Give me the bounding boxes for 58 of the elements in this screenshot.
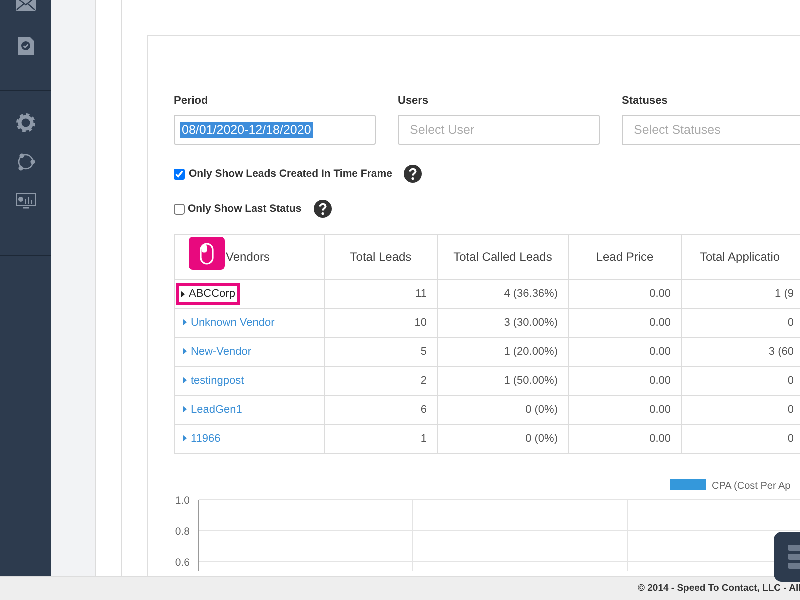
vendor-link[interactable]: 11966	[183, 432, 221, 445]
table-cell: 2	[324, 366, 438, 396]
help-icon[interactable]	[404, 165, 422, 183]
share-nodes-icon[interactable]	[16, 152, 36, 172]
column-header: Vendors	[174, 234, 324, 280]
table-cell: 3 (30.00%)	[438, 308, 568, 338]
table-cell: 0.00	[568, 280, 682, 308]
option-label: Only Show Leads Created In Time Frame	[189, 168, 392, 180]
caret-icon	[183, 406, 187, 414]
caret-icon	[183, 348, 187, 356]
date-range-field[interactable]: 08/01/2020-12/18/2020	[174, 115, 376, 145]
table-cell: 11	[324, 280, 438, 308]
caret-icon	[183, 377, 187, 384]
help-icon[interactable]	[314, 200, 332, 218]
clipboard-check-icon[interactable]	[16, 36, 36, 56]
table-cell: 0 (0%)	[438, 396, 568, 424]
table-cell: 0.00	[568, 424, 682, 454]
y-tick-label: 0.8	[175, 526, 190, 538]
table-cell: 4 (36.36%)	[438, 280, 568, 308]
checkbox[interactable]	[174, 204, 185, 214]
option-label: Only Show Last Status	[188, 203, 302, 215]
table-cell: 0.00	[568, 308, 682, 338]
field-label: Period	[174, 95, 210, 109]
legend-label: CPA (Cost Per Ap	[712, 481, 791, 492]
table-cell: 0.00	[568, 396, 682, 424]
vendor-link[interactable]: ABCCorp	[179, 286, 238, 302]
gear-icon[interactable]	[16, 113, 36, 133]
vendor-link[interactable]: New-Vendor	[183, 346, 252, 358]
table-cell: 1 (20.00%)	[438, 338, 568, 366]
column-header: Lead Price	[568, 234, 682, 280]
column-header: Total Applicatio	[682, 234, 800, 280]
column-header: Total Leads	[324, 234, 438, 280]
y-axis-line	[198, 500, 200, 571]
y-tick-label: 1.0	[175, 495, 190, 507]
vendor-link[interactable]: LeadGen1	[183, 404, 242, 416]
lines-icon	[788, 545, 800, 569]
caret-icon	[181, 290, 185, 298]
table-cell: 1 (50.00%)	[438, 366, 568, 396]
vendor-link[interactable]: testingpost	[183, 374, 244, 387]
table-cell: 5	[324, 338, 438, 366]
caret-icon	[183, 319, 187, 326]
table-cell: 6	[324, 396, 438, 424]
table-cell: 0 (0%)	[438, 424, 568, 454]
monitor-chart-icon[interactable]	[16, 193, 36, 209]
select-field[interactable]: Select Statuses	[622, 115, 800, 145]
table-cell: 0.00	[568, 338, 682, 366]
mouse-icon	[200, 242, 214, 264]
caret-icon	[183, 435, 187, 442]
field-label: Users	[398, 95, 430, 109]
table-cell: 10	[324, 308, 438, 338]
field-label: Statuses	[622, 95, 669, 109]
table-cell: 0.00	[568, 366, 682, 396]
select-field[interactable]: Select User	[398, 115, 600, 145]
checkbox[interactable]	[174, 168, 185, 180]
table-cell: 1	[324, 424, 438, 454]
envelope-icon[interactable]	[16, 0, 36, 11]
column-header: Total Called Leads	[438, 234, 568, 280]
y-tick-label: 0.6	[175, 557, 190, 569]
